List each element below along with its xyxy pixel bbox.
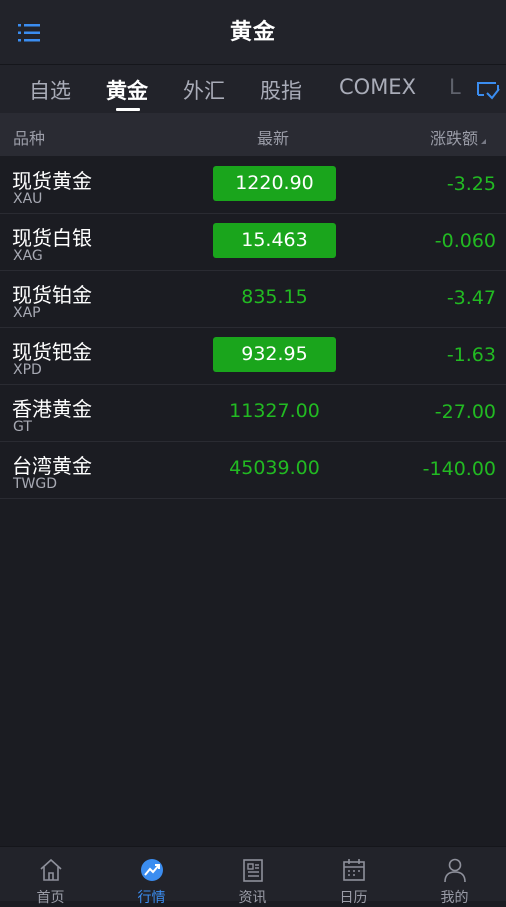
quote-row-xpd[interactable]: 现货钯金 XPD 932.95 -1.63 — [0, 328, 506, 385]
instrument-name: 现货白银 — [12, 226, 92, 250]
nav-profile[interactable]: 我的 — [404, 847, 505, 906]
quote-row-xag[interactable]: 现货白银 XAG 15.463 -0.060 — [0, 214, 506, 271]
quote-row-twgd[interactable]: 台湾黄金 TWGD 45039.00 -140.00 — [0, 442, 506, 499]
nav-home-label: 首页 — [36, 890, 65, 906]
latest-price: 15.463 — [213, 223, 336, 258]
quote-row-xau[interactable]: 现货黄金 XAU 1220.90 -3.25 — [0, 157, 506, 214]
latest-price: 45039.00 — [229, 457, 320, 479]
instrument-code: GT — [13, 419, 32, 435]
home-icon — [40, 858, 62, 881]
instrument-name: 现货铂金 — [12, 283, 92, 307]
edit-tabs-button[interactable] — [474, 77, 502, 105]
latest-price: 1220.90 — [213, 166, 336, 201]
instrument-code: XAG — [13, 248, 43, 264]
bottom-nav: 首页 行情 资讯 日历 我的 — [0, 846, 506, 906]
nav-calendar-label: 日历 — [339, 890, 368, 906]
column-change-label[interactable]: 涨跌额 — [430, 125, 478, 149]
price-change: -1.63 — [446, 344, 496, 366]
instrument-name: 香港黄金 — [12, 397, 92, 421]
market-chart-icon — [141, 859, 163, 881]
category-tabs: 自选 黄金 外汇 股指 COMEX L — [0, 64, 506, 113]
price-change: -0.060 — [434, 230, 496, 252]
column-name-label: 品种 — [13, 129, 46, 148]
instrument-code: XAU — [13, 191, 43, 207]
quote-list: 现货黄金 XAU 1220.90 -3.25 现货白银 XAG 15.463 -… — [0, 157, 506, 499]
nav-home[interactable]: 首页 — [0, 847, 101, 906]
nav-market-label: 行情 — [137, 890, 166, 906]
tab-partial[interactable]: L — [449, 75, 461, 99]
news-icon — [243, 859, 263, 882]
price-change: -3.47 — [446, 287, 496, 309]
sort-icon[interactable] — [481, 134, 486, 144]
active-tab-indicator — [116, 108, 140, 111]
tab-index[interactable]: 股指 — [260, 75, 302, 105]
instrument-code: TWGD — [13, 476, 58, 492]
tab-watchlist[interactable]: 自选 — [29, 75, 71, 105]
latest-price: 835.15 — [241, 286, 308, 308]
page-title: 黄金 — [229, 20, 276, 45]
edit-tabs-icon — [477, 82, 500, 100]
nav-news-label: 资讯 — [238, 890, 267, 906]
tab-forex[interactable]: 外汇 — [183, 75, 225, 105]
quote-row-xap[interactable]: 现货铂金 XAP 835.15 -3.47 — [0, 271, 506, 328]
nav-calendar[interactable]: 日历 — [303, 847, 404, 906]
tab-gold[interactable]: 黄金 — [106, 75, 148, 105]
instrument-name: 现货黄金 — [12, 169, 92, 193]
instrument-name: 现货钯金 — [12, 340, 92, 364]
instrument-code: XPD — [13, 362, 42, 378]
latest-price: 11327.00 — [229, 400, 320, 422]
column-latest-label[interactable]: 最新 — [257, 125, 289, 149]
profile-icon — [444, 858, 466, 883]
price-change: -3.25 — [446, 173, 496, 195]
price-change: -27.00 — [434, 401, 496, 423]
instrument-code: XAP — [13, 305, 41, 321]
latest-price: 932.95 — [213, 337, 336, 372]
nav-profile-label: 我的 — [440, 890, 469, 906]
nav-market[interactable]: 行情 — [101, 847, 202, 906]
quote-row-gt[interactable]: 香港黄金 GT 11327.00 -27.00 — [0, 385, 506, 442]
top-bar: 黄金 — [0, 0, 506, 64]
nav-news[interactable]: 资讯 — [202, 847, 303, 906]
calendar-icon — [343, 859, 365, 881]
column-header: 品种 最新 涨跌额 — [0, 113, 506, 156]
instrument-name: 台湾黄金 — [12, 454, 92, 478]
tab-comex[interactable]: COMEX — [339, 75, 416, 99]
price-change: -140.00 — [422, 458, 496, 480]
